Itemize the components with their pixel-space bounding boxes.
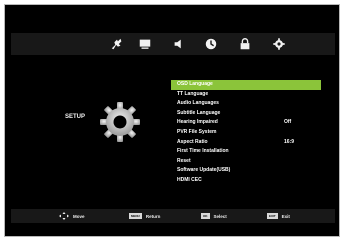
- select-hint: OK Select: [201, 212, 227, 220]
- menu-item-label: Aspect Ratio: [177, 138, 208, 145]
- menu-item-label: First Time Installation: [177, 148, 229, 155]
- menu-item-value: 16:9: [284, 138, 295, 145]
- select-label: Select: [213, 213, 227, 219]
- ok-key: OK: [201, 213, 210, 219]
- hint-bar: Move MENU Return OK Select EXIT Exit: [11, 209, 335, 223]
- section-title: SETUP: [65, 114, 86, 120]
- exit-hint: EXIT Exit: [267, 212, 290, 220]
- menu-item-label: HDMI CEC: [177, 176, 202, 183]
- setup-menu: OSD Language TT Language Audio Languages Su…: [171, 80, 321, 186]
- sound-icon[interactable]: [171, 36, 187, 52]
- menu-item[interactable]: Subtitle Language: [171, 109, 321, 119]
- picture-icon[interactable]: [109, 36, 125, 52]
- menu-item-label: TT Language: [177, 90, 209, 97]
- menu-item[interactable]: Aspect Ratio 16:9: [171, 138, 321, 148]
- lock-icon[interactable]: [237, 36, 253, 52]
- menu-item-label: Audio Languages: [177, 100, 219, 107]
- menu-item-label: OSD Language: [177, 81, 213, 87]
- return-hint: MENU Return: [129, 212, 160, 220]
- menu-item[interactable]: PVR File System: [171, 128, 321, 138]
- menu-item[interactable]: First Time Installation: [171, 147, 321, 157]
- menu-item[interactable]: Software Update(USB): [171, 166, 321, 176]
- move-label: Move: [73, 213, 85, 219]
- move-hint: Move: [59, 212, 85, 220]
- gear-icon: [99, 101, 141, 143]
- exit-label: Exit: [281, 213, 290, 219]
- arrows-icon: [59, 212, 69, 220]
- menu-item[interactable]: HDMI CEC: [171, 176, 321, 186]
- clock-icon[interactable]: [203, 36, 219, 52]
- menu-item[interactable]: TT Language: [171, 90, 321, 100]
- screen-icon[interactable]: [137, 36, 153, 52]
- menu-item-label: Subtitle Language: [177, 109, 221, 116]
- menu-item-label: Reset: [177, 157, 191, 164]
- setup-gear-icon[interactable]: [271, 36, 287, 52]
- menu-item-label: Hearing Impaired: [177, 119, 218, 126]
- menu-item[interactable]: OSD Language: [171, 80, 321, 90]
- menu-item[interactable]: Audio Languages: [171, 99, 321, 109]
- menu-item-label: Software Update(USB): [177, 167, 231, 174]
- category-tab-bar: [11, 33, 335, 55]
- menu-item-label: PVR File System: [177, 128, 217, 135]
- return-label: Return: [145, 213, 161, 219]
- menu-item[interactable]: Reset: [171, 157, 321, 167]
- exit-key: EXIT: [267, 213, 278, 219]
- menu-item-value: Off: [284, 119, 292, 126]
- menu-item[interactable]: Hearing Impaired Off: [171, 118, 321, 128]
- tv-screen: SETUP OSD Language TT Language Audio Lan…: [4, 4, 340, 237]
- menu-key: MENU: [129, 213, 142, 219]
